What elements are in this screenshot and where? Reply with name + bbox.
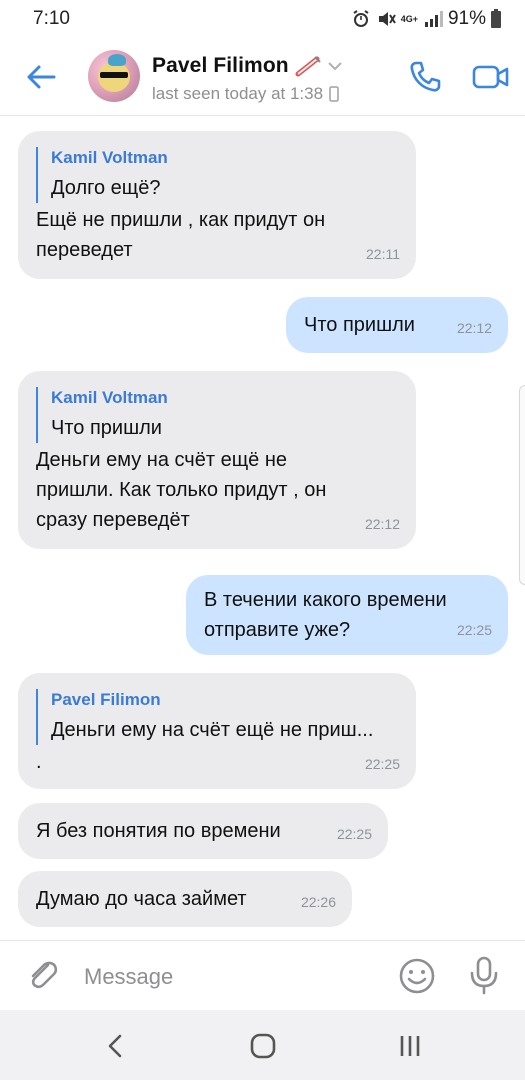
- microphone-icon[interactable]: [466, 955, 502, 995]
- paperclip-icon[interactable]: [24, 957, 60, 993]
- message-input[interactable]: [84, 959, 374, 995]
- battery-icon: [491, 8, 501, 28]
- message-list[interactable]: Kamil Voltman Долго ещё? Ещё не пришли ,…: [0, 117, 525, 940]
- chevron-down-icon[interactable]: [327, 58, 343, 74]
- chat-header: Pavel Filimon last seen today at 1:38: [0, 36, 525, 116]
- message-bubble-incoming[interactable]: Kamil Voltman Что пришли Деньги ему на с…: [18, 371, 416, 549]
- back-arrow-icon[interactable]: [24, 60, 58, 94]
- nav-home-icon[interactable]: [248, 1032, 278, 1060]
- status-time: 7:10: [33, 8, 70, 29]
- message-text: Ещё не пришли , как придут он переведет: [36, 209, 326, 261]
- reply-quote[interactable]: Kamil Voltman Что пришли: [36, 387, 168, 443]
- message-bubble-outgoing[interactable]: Что пришли 22:12: [286, 297, 508, 353]
- avatar-hair: [108, 54, 126, 66]
- reply-quote[interactable]: Pavel Filimon Деньги ему на счёт ещё не …: [36, 689, 373, 745]
- last-seen-row: last seen today at 1:38: [152, 84, 339, 104]
- reply-author: Kamil Voltman: [51, 148, 168, 167]
- message-time: 22:25: [364, 756, 400, 772]
- message-time: 22:12: [456, 320, 492, 336]
- contact-name-row[interactable]: Pavel Filimon: [152, 54, 343, 78]
- reply-quote-text: Долго ещё?: [51, 177, 161, 199]
- reply-quote-text: Что пришли: [51, 417, 162, 439]
- message-time: 22:25: [456, 622, 492, 638]
- reply-author: Pavel Filimon: [51, 690, 161, 709]
- network-type: 4G+: [400, 13, 418, 24]
- emoji-icon[interactable]: [398, 957, 436, 995]
- reply-quote[interactable]: Kamil Voltman Долго ещё?: [36, 147, 168, 203]
- nav-recents-icon[interactable]: [395, 1032, 425, 1060]
- status-bar: 7:10 4G+ 91%: [0, 0, 525, 36]
- battery-percent: 91%: [447, 8, 486, 29]
- message-text: Что пришли: [304, 314, 415, 336]
- syringe-emoji-icon: [295, 56, 321, 77]
- reply-quote-text: Деньги ему на счёт ещё не приш...: [51, 719, 374, 741]
- system-navigation-bar: [0, 1010, 525, 1080]
- message-bubble-incoming[interactable]: Kamil Voltman Долго ещё? Ещё не пришли ,…: [18, 131, 416, 279]
- message-input-bar: [0, 940, 525, 1010]
- message-time: 22:25: [336, 826, 372, 842]
- message-text: В течении какого времени отправите уже?: [204, 589, 447, 641]
- message-bubble-incoming[interactable]: Думаю до часа займет 22:26: [18, 871, 352, 927]
- status-icons: 4G+ 91%: [351, 8, 501, 30]
- scroll-indicator[interactable]: [519, 385, 525, 585]
- message-text: Думаю до часа займет: [36, 888, 247, 910]
- message-bubble-incoming[interactable]: Я без понятия по времени 22:25: [18, 803, 388, 859]
- message-bubble-outgoing[interactable]: В течении какого времени отправите уже? …: [186, 575, 508, 655]
- contact-name: Pavel Filimon: [152, 54, 289, 77]
- avatar[interactable]: [88, 50, 140, 102]
- signal-icon: [424, 11, 443, 27]
- message-text: Деньги ему на счёт ещё не пришли. Как то…: [36, 449, 327, 531]
- last-seen-text: last seen today at 1:38: [152, 84, 324, 103]
- message-text: .: [36, 751, 42, 773]
- reply-author: Kamil Voltman: [51, 388, 168, 407]
- message-text: Я без понятия по времени: [36, 820, 281, 842]
- message-time: 22:11: [366, 246, 400, 262]
- mobile-device-icon: [329, 86, 339, 102]
- video-camera-icon[interactable]: [472, 62, 510, 92]
- nav-back-icon[interactable]: [100, 1032, 130, 1060]
- alarm-icon: [353, 10, 369, 27]
- message-bubble-incoming[interactable]: Pavel Filimon Деньги ему на счёт ещё не …: [18, 673, 416, 789]
- phone-icon[interactable]: [408, 60, 442, 94]
- message-time: 22:26: [300, 894, 336, 910]
- mute-icon: [378, 12, 396, 26]
- message-time: 22:12: [364, 516, 400, 532]
- avatar-glasses: [100, 72, 128, 78]
